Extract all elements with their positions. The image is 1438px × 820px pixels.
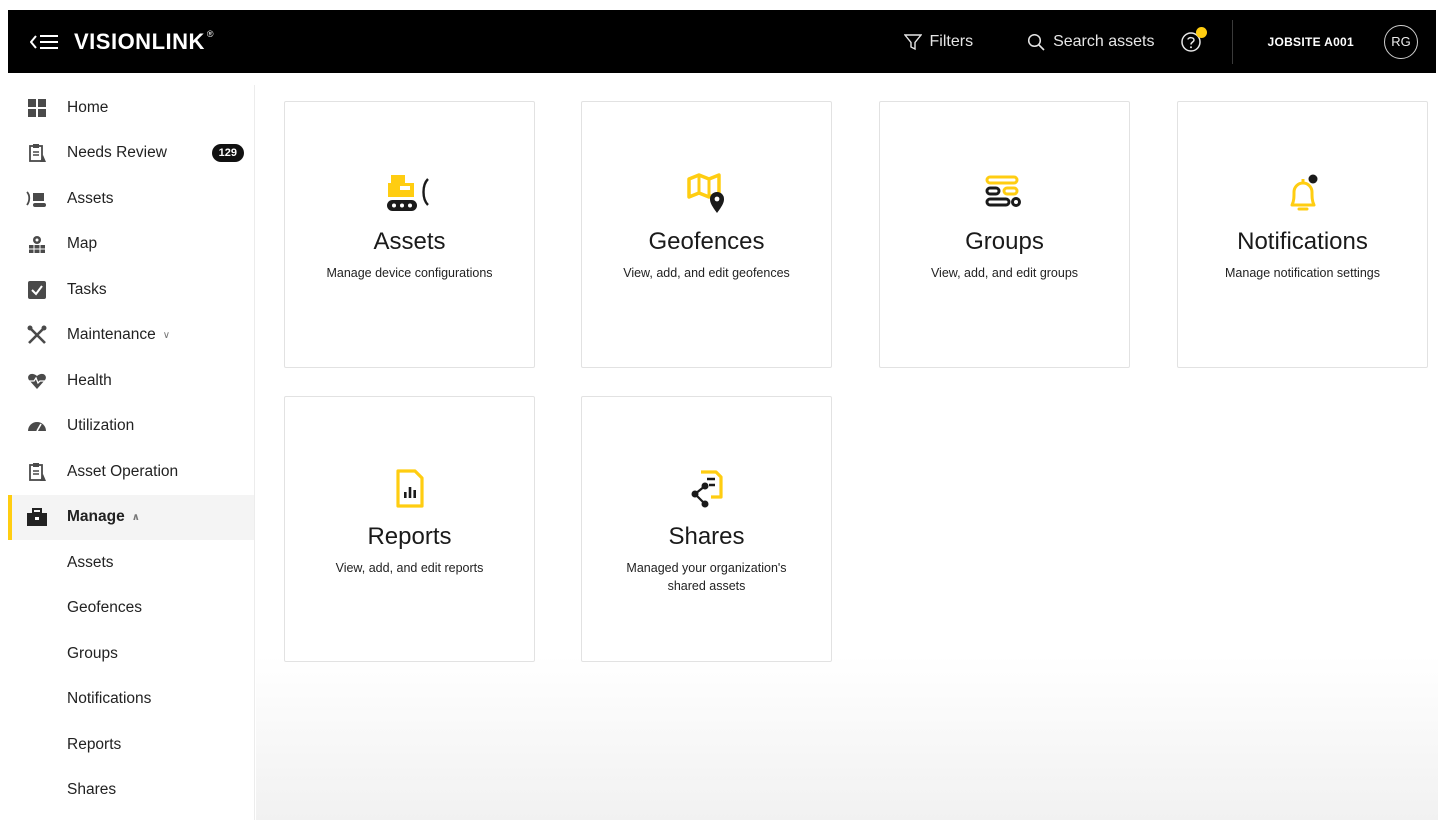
card-notifications[interactable]: Notifications Manage notification settin… bbox=[1177, 101, 1428, 368]
card-description: View, add, and edit geofences bbox=[623, 266, 790, 280]
map-icon bbox=[26, 233, 48, 255]
sidebar-subitem-geofences[interactable]: Geofences bbox=[8, 586, 254, 632]
sidebar-item-label: Manage bbox=[67, 508, 125, 526]
sidebar-subitem-assets[interactable]: Assets bbox=[8, 540, 254, 586]
notification-dot bbox=[1196, 26, 1208, 38]
sidebar-item-label: Needs Review bbox=[67, 144, 167, 162]
card-description: Manage notification settings bbox=[1225, 266, 1380, 280]
manage-content: Assets Manage device configurations Geof… bbox=[256, 73, 1438, 820]
filters-button[interactable]: Filters bbox=[903, 32, 974, 51]
filter-icon bbox=[903, 33, 922, 50]
sidebar-item-label: Health bbox=[67, 371, 112, 389]
card-description: View, add, and edit reports bbox=[335, 561, 484, 575]
search-assets-button[interactable]: Search assets bbox=[1027, 33, 1154, 51]
card-description: Manage device configurations bbox=[326, 266, 493, 280]
sidebar-item-label: Map bbox=[67, 235, 98, 253]
sidebar-item-manage[interactable]: Manage ∧ bbox=[8, 494, 254, 540]
search-assets-label: Search assets bbox=[1053, 32, 1155, 50]
top-bar: VISIONLINK ® Filters Search assets JOBSIT… bbox=[8, 10, 1436, 73]
tasks-icon bbox=[26, 279, 48, 301]
card-title: Assets bbox=[373, 228, 446, 255]
briefcase-icon bbox=[26, 506, 48, 528]
card-assets[interactable]: Assets Manage device configurations bbox=[284, 101, 535, 368]
sidebar-item-label: Asset Operation bbox=[67, 462, 179, 480]
sidebar-item-label: Tasks bbox=[67, 280, 107, 298]
sidebar-item-assets[interactable]: Assets bbox=[8, 176, 254, 222]
sidebar-item-health[interactable]: Health bbox=[8, 358, 254, 404]
sidebar-item-home[interactable]: Home bbox=[8, 85, 254, 131]
card-groups[interactable]: Groups View, add, and edit groups bbox=[879, 101, 1130, 368]
logo-text: VISIONLINK bbox=[74, 28, 205, 54]
heart-icon bbox=[26, 370, 48, 392]
asset-machine-icon bbox=[384, 168, 436, 220]
card-description: Managed your organization's shared asset… bbox=[626, 561, 787, 593]
sidebar-subitem-shares[interactable]: Shares bbox=[8, 768, 254, 814]
search-icon bbox=[1028, 33, 1045, 51]
bell-icon bbox=[1280, 168, 1326, 220]
user-avatar[interactable]: RG bbox=[1384, 24, 1418, 59]
jobsite-selector[interactable]: JOBSITE A001 bbox=[1267, 35, 1354, 49]
help-button[interactable] bbox=[1180, 26, 1208, 53]
sidebar-item-map[interactable]: Map bbox=[8, 222, 254, 268]
collapse-menu-icon bbox=[30, 34, 58, 49]
needs-review-count-badge: 129 bbox=[211, 144, 244, 163]
card-description: View, add, and edit groups bbox=[930, 266, 1079, 280]
card-title: Reports bbox=[367, 523, 452, 550]
logo-registered-mark: ® bbox=[206, 28, 215, 39]
clipboard-icon bbox=[26, 461, 48, 483]
card-geofences[interactable]: Geofences View, add, and edit geofences bbox=[581, 101, 832, 368]
excavator-icon bbox=[26, 188, 48, 210]
sidebar-subitem-reports[interactable]: Reports bbox=[8, 722, 254, 768]
geofence-map-icon bbox=[684, 168, 730, 220]
clipboard-icon bbox=[26, 142, 48, 164]
gauge-icon bbox=[26, 415, 48, 437]
grid-icon bbox=[26, 97, 48, 119]
visionlink-logo[interactable]: VISIONLINK ® bbox=[74, 29, 214, 55]
sidebar-item-label: Utilization bbox=[67, 417, 135, 435]
filters-label: Filters bbox=[929, 32, 974, 50]
card-title: Groups bbox=[965, 228, 1044, 255]
card-title: Shares bbox=[668, 523, 745, 550]
sidebar-subitem-notifications[interactable]: Notifications bbox=[8, 677, 254, 723]
card-shares[interactable]: Shares Managed your organization's share… bbox=[581, 396, 832, 662]
chevron-up-icon: ∧ bbox=[131, 511, 140, 523]
chevron-down-icon: ∨ bbox=[162, 329, 171, 341]
sidebar: Home Needs Review 129 Assets Map Tasks M… bbox=[8, 85, 255, 820]
sidebar-subitem-groups[interactable]: Groups bbox=[8, 631, 254, 677]
sidebar-item-utilization[interactable]: Utilization bbox=[8, 404, 254, 450]
card-title: Notifications bbox=[1237, 228, 1368, 255]
card-reports[interactable]: Reports View, add, and edit reports bbox=[284, 396, 535, 662]
menu-toggle-button[interactable] bbox=[30, 32, 60, 52]
sidebar-item-label: Home bbox=[67, 98, 109, 116]
sidebar-item-label: Maintenance bbox=[67, 326, 156, 344]
sidebar-item-tasks[interactable]: Tasks bbox=[8, 267, 254, 313]
card-title: Geofences bbox=[648, 228, 765, 255]
sidebar-item-needs-review[interactable]: Needs Review 129 bbox=[8, 131, 254, 177]
sidebar-item-asset-operation[interactable]: Asset Operation bbox=[8, 449, 254, 495]
sidebar-item-label: Assets bbox=[67, 189, 114, 207]
report-chart-icon bbox=[387, 463, 433, 515]
groups-list-icon bbox=[982, 168, 1028, 220]
header-divider bbox=[1232, 19, 1234, 64]
share-doc-icon bbox=[684, 463, 730, 515]
sidebar-item-maintenance[interactable]: Maintenance ∨ bbox=[8, 313, 254, 359]
wrench-icon bbox=[26, 324, 48, 346]
